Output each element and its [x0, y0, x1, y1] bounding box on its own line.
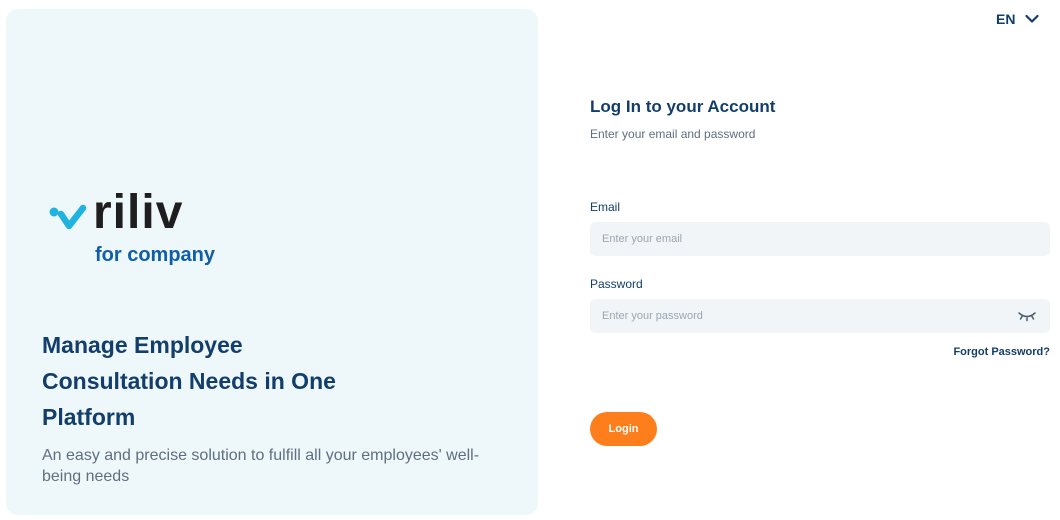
eye-closed-icon[interactable] [1018, 308, 1036, 322]
login-subtitle: Enter your email and password [590, 127, 756, 141]
email-label: Email [590, 200, 621, 214]
login-button[interactable]: Login [590, 412, 657, 446]
checkmark-icon [49, 204, 87, 230]
hero-headline: Manage Employee Consultation Needs in On… [42, 332, 336, 430]
forgot-password-link[interactable]: Forgot Password? [953, 346, 1050, 358]
password-label: Password [590, 277, 643, 291]
language-selector[interactable]: EN [996, 11, 1040, 27]
password-input[interactable] [590, 299, 1050, 333]
chevron-down-icon [1025, 14, 1040, 23]
brand-name: riliv [93, 186, 184, 239]
email-input[interactable] [590, 222, 1050, 256]
brand-subtitle: for company [95, 244, 216, 266]
hero-panel: riliv for company Manage Employee Consul… [6, 9, 538, 515]
language-label: EN [996, 11, 1016, 27]
login-title: Log In to your Account [590, 97, 776, 116]
hero-description: An easy and precise solution to fulfill … [42, 447, 480, 485]
